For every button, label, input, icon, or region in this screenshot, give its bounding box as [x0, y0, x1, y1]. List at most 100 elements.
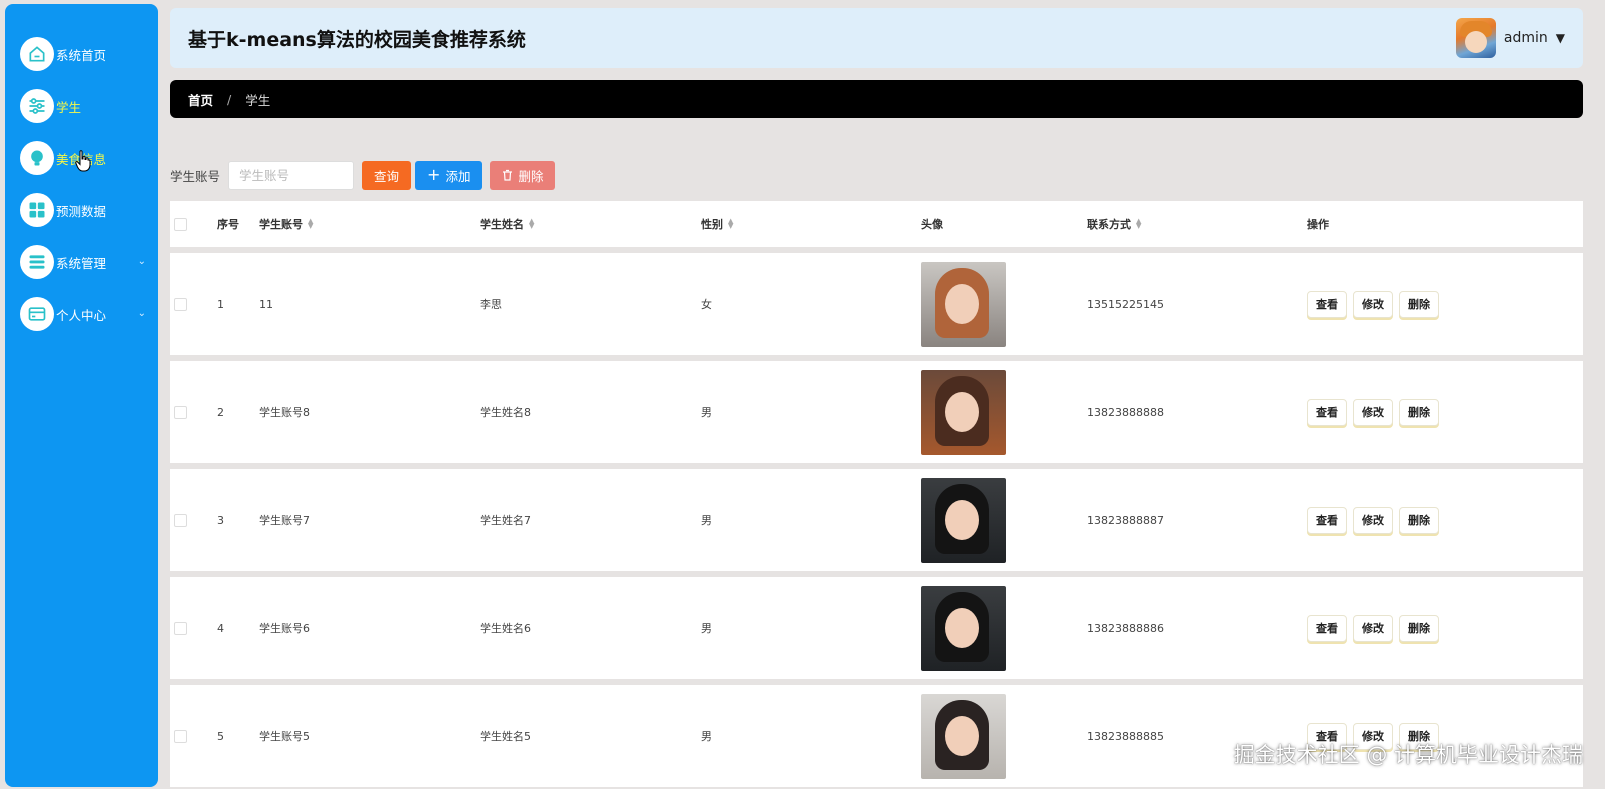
menu-icon: [20, 245, 54, 279]
add-button[interactable]: + 添加: [415, 160, 483, 190]
row-gender: 男: [701, 730, 712, 743]
row-index: 4: [217, 621, 224, 635]
row-account: 学生账号7: [259, 514, 310, 527]
edit-button[interactable]: 修改: [1353, 398, 1393, 426]
trash-icon: [503, 169, 513, 181]
column-header-actions: 操作: [1307, 218, 1329, 231]
card-icon: [20, 297, 54, 331]
row-gender: 男: [701, 622, 712, 635]
row-name: 学生姓名8: [480, 406, 531, 419]
page-title: 基于k-means算法的校园美食推荐系统: [188, 28, 526, 51]
sort-icon[interactable]: ▲ ▼: [308, 218, 313, 230]
sidebar-item-label: 个人中心: [56, 307, 107, 323]
column-header-gender[interactable]: 性别 ▲ ▼: [701, 201, 733, 247]
row-index: 3: [217, 513, 224, 527]
column-header-label: 学生姓名: [480, 218, 524, 231]
sidebar-item-personal-center[interactable]: 个人中心 ⌄: [5, 288, 158, 340]
row-name: 学生姓名6: [480, 622, 531, 635]
sidebar-item-food-info[interactable]: 美食信息: [5, 132, 158, 184]
sidebar-item-home[interactable]: 系统首页: [5, 28, 158, 80]
sort-icon[interactable]: ▲ ▼: [529, 218, 534, 230]
column-header-name[interactable]: 学生姓名 ▲ ▼: [480, 201, 534, 247]
view-button[interactable]: 查看: [1307, 290, 1347, 318]
sidebar-item-system-management[interactable]: 系统管理 ⌄: [5, 236, 158, 288]
delete-button[interactable]: 删除: [1399, 506, 1439, 534]
student-avatar-photo[interactable]: [921, 261, 1006, 347]
watermark: 掘金技术社区 @ 计算机毕业设计杰瑞: [1233, 743, 1583, 767]
sidebar-item-label: 预测数据: [56, 203, 107, 219]
add-button-label: 添加: [445, 168, 471, 184]
row-checkbox[interactable]: [174, 297, 187, 311]
table-row: 3 学生账号7 学生姓名7 男 13823888887 查看 修改 删除: [170, 469, 1583, 571]
batch-delete-label: 删除: [518, 168, 544, 184]
delete-button[interactable]: 删除: [1399, 614, 1439, 642]
row-account: 学生账号6: [259, 622, 310, 635]
column-header-account[interactable]: 学生账号 ▲ ▼: [259, 201, 313, 247]
chevron-down-icon: ⌄: [137, 308, 146, 319]
row-name: 李思: [480, 298, 502, 311]
view-button[interactable]: 查看: [1307, 398, 1347, 426]
table-row: 1 11 李思 女 13515225145 查看 修改 删除: [170, 253, 1583, 355]
row-account: 学生账号8: [259, 406, 310, 419]
user-name[interactable]: admin: [1504, 30, 1548, 46]
breadcrumb-separator: /: [227, 91, 232, 107]
search-input[interactable]: [228, 160, 355, 190]
query-button[interactable]: 查询: [362, 160, 412, 190]
view-button[interactable]: 查看: [1307, 506, 1347, 534]
search-bar: 学生账号 查询 + 添加 删除: [170, 160, 556, 190]
row-gender: 男: [701, 406, 712, 419]
row-phone: 13515225145: [1087, 297, 1164, 311]
edit-button[interactable]: 修改: [1353, 506, 1393, 534]
table-header: 序号 学生账号 ▲ ▼ 学生姓名 ▲ ▼ 性别 ▲ ▼ 头像 联系方式 ▲ ▼ 操作: [170, 201, 1583, 247]
column-header-avatar: 头像: [921, 218, 943, 231]
column-header-label: 学生账号: [259, 218, 303, 231]
edit-button[interactable]: 修改: [1353, 614, 1393, 642]
row-index: 2: [217, 405, 224, 419]
row-checkbox[interactable]: [174, 729, 187, 743]
row-checkbox[interactable]: [174, 621, 187, 635]
sliders-icon: [20, 89, 54, 123]
row-phone: 13823888885: [1087, 729, 1164, 743]
sidebar-item-label: 学生: [56, 99, 82, 115]
row-checkbox[interactable]: [174, 405, 187, 419]
caret-down-icon[interactable]: ▼: [1556, 31, 1565, 45]
row-name: 学生姓名5: [480, 730, 531, 743]
student-avatar-photo[interactable]: [921, 585, 1006, 671]
student-avatar-photo[interactable]: [921, 477, 1006, 563]
hand-cursor-icon: [75, 150, 91, 172]
batch-delete-button[interactable]: 删除: [490, 160, 556, 190]
delete-button[interactable]: 删除: [1399, 290, 1439, 318]
breadcrumb: 首页 / 学生: [170, 80, 1583, 118]
table-row: 2 学生账号8 学生姓名8 男 13823888888 查看 修改 删除: [170, 361, 1583, 463]
row-index: 1: [217, 297, 224, 311]
select-all-checkbox[interactable]: [174, 217, 187, 231]
sort-icon[interactable]: ▲ ▼: [728, 218, 733, 230]
row-gender: 男: [701, 514, 712, 527]
view-button[interactable]: 查看: [1307, 614, 1347, 642]
user-menu[interactable]: admin ▼: [1455, 18, 1565, 58]
avatar[interactable]: [1455, 18, 1496, 58]
row-account: 11: [259, 297, 273, 311]
sidebar-item-prediction[interactable]: 预测数据: [5, 184, 158, 236]
breadcrumb-home[interactable]: 首页: [188, 90, 213, 109]
student-avatar-photo[interactable]: [921, 693, 1006, 779]
row-phone: 13823888887: [1087, 513, 1164, 527]
row-phone: 13823888888: [1087, 405, 1164, 419]
grid-icon: [20, 193, 54, 227]
query-button-label: 查询: [374, 168, 400, 184]
row-checkbox[interactable]: [174, 513, 187, 527]
sidebar-item-label: 系统管理: [56, 255, 107, 271]
top-header: 基于k-means算法的校园美食推荐系统 admin ▼: [170, 8, 1583, 68]
sidebar: 系统首页 学生 美食信息 预测数据 系统管理 ⌄ 个人中心 ⌄: [5, 4, 158, 787]
sort-icon[interactable]: ▲ ▼: [1136, 218, 1141, 230]
student-avatar-photo[interactable]: [921, 369, 1006, 455]
search-label: 学生账号: [170, 168, 221, 184]
edit-button[interactable]: 修改: [1353, 290, 1393, 318]
column-header-index: 序号: [217, 218, 239, 231]
sidebar-item-students[interactable]: 学生: [5, 80, 158, 132]
plus-icon: +: [427, 165, 441, 184]
chevron-down-icon: ⌄: [137, 256, 146, 267]
row-index: 5: [217, 729, 224, 743]
column-header-phone[interactable]: 联系方式 ▲ ▼: [1087, 201, 1141, 247]
delete-button[interactable]: 删除: [1399, 398, 1439, 426]
